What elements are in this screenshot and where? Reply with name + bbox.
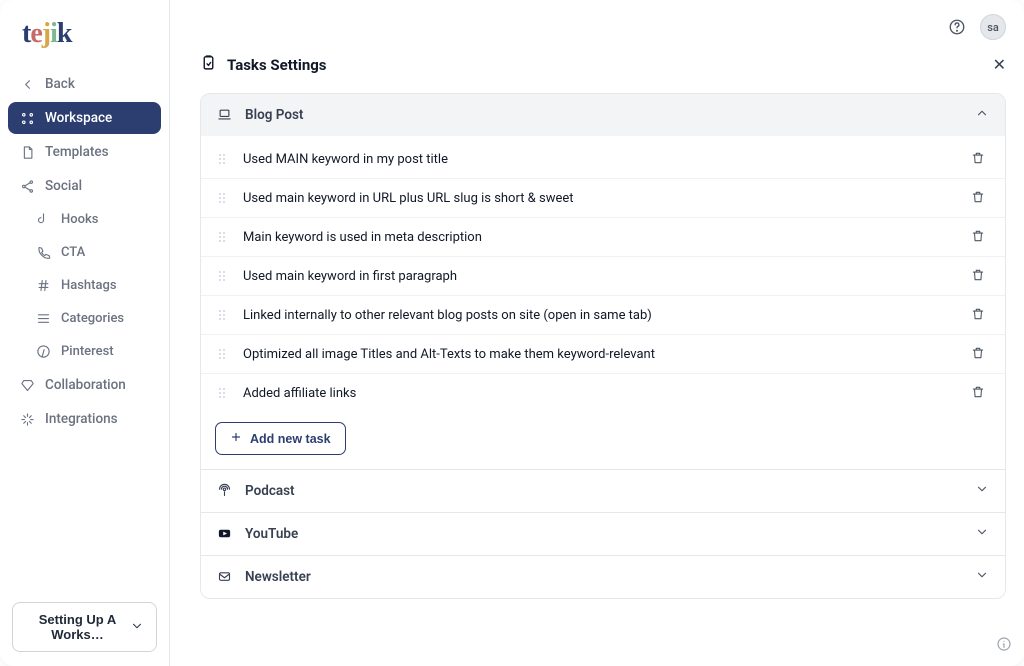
sidebar-item-back[interactable]: Back	[8, 68, 161, 100]
section-label: Blog Post	[245, 107, 303, 123]
delete-task-button[interactable]	[971, 151, 987, 167]
hashtag-icon	[36, 278, 51, 293]
section-label: Newsletter	[245, 569, 311, 585]
podcast-icon	[217, 483, 233, 499]
drag-handle-icon[interactable]	[219, 232, 229, 242]
drag-handle-icon[interactable]	[219, 271, 229, 281]
sidebar-nav: Back Workspace Templates Social	[8, 68, 161, 435]
drag-handle-icon[interactable]	[219, 154, 229, 164]
delete-task-button[interactable]	[971, 190, 987, 206]
add-task-label: Add new task	[250, 432, 331, 446]
chevron-down-icon	[975, 568, 989, 586]
list-icon	[36, 311, 51, 326]
sidebar-item-label: Integrations	[45, 411, 118, 427]
sidebar-item-hashtags[interactable]: Hashtags	[8, 270, 161, 301]
sidebar-item-label: Pinterest	[61, 344, 114, 359]
delete-task-button[interactable]	[971, 385, 987, 401]
main: sa Tasks Settings ✕ Blog Post	[170, 0, 1024, 666]
delete-task-button[interactable]	[971, 307, 987, 323]
delete-task-button[interactable]	[971, 346, 987, 362]
sidebar-item-label: Workspace	[45, 110, 112, 126]
sidebar-item-label: CTA	[61, 245, 85, 260]
task-label: Used MAIN keyword in my post title	[243, 152, 957, 167]
sidebar-item-hooks[interactable]: Hooks	[8, 204, 161, 235]
sidebar-item-label: Back	[45, 76, 75, 92]
sidebar-item-pinterest[interactable]: Pinterest	[8, 336, 161, 367]
task-label: Used main keyword in first paragraph	[243, 269, 957, 284]
diamond-icon	[20, 378, 35, 393]
sections-panel: Blog Post Used MAIN keyword in my post t…	[200, 93, 1006, 599]
pinterest-icon	[36, 344, 51, 359]
drag-handle-icon[interactable]	[219, 193, 229, 203]
share-icon	[20, 179, 35, 194]
section-head-podcast[interactable]: Podcast	[201, 469, 1005, 512]
task-label: Added affiliate links	[243, 386, 957, 401]
sidebar-item-label: Templates	[45, 144, 109, 160]
plus-icon	[230, 431, 242, 446]
drag-handle-icon[interactable]	[219, 388, 229, 398]
sidebar-item-integrations[interactable]: Integrations	[8, 403, 161, 435]
task-row: Used main keyword in first paragraph	[201, 257, 1005, 296]
task-row: Used MAIN keyword in my post title	[201, 140, 1005, 179]
sidebar-item-workspace[interactable]: Workspace	[8, 102, 161, 134]
clipboard-icon	[200, 54, 217, 75]
sidebar-item-collaboration[interactable]: Collaboration	[8, 369, 161, 401]
task-label: Optimized all image Titles and Alt-Texts…	[243, 347, 957, 362]
footer-workspace-selector[interactable]: Setting Up A Works…	[12, 602, 157, 652]
section-label: Podcast	[245, 483, 295, 499]
delete-task-button[interactable]	[971, 268, 987, 284]
help-button[interactable]	[944, 14, 970, 40]
section-head-youtube[interactable]: YouTube	[201, 512, 1005, 555]
sidebar: tejik Back Workspace Templates	[0, 0, 170, 666]
hook-icon	[36, 212, 51, 227]
chevron-up-icon	[975, 106, 989, 124]
sidebar-item-social[interactable]: Social	[8, 170, 161, 202]
task-row: Optimized all image Titles and Alt-Texts…	[201, 335, 1005, 374]
section-head-newsletter[interactable]: Newsletter	[201, 555, 1005, 598]
sidebar-item-label: Collaboration	[45, 377, 126, 393]
laptop-icon	[217, 107, 233, 123]
mail-icon	[217, 569, 233, 585]
footer-label: Setting Up A Works…	[25, 612, 130, 642]
task-row: Linked internally to other relevant blog…	[201, 296, 1005, 335]
task-row: Used main keyword in URL plus URL slug i…	[201, 179, 1005, 218]
sparkle-icon	[20, 412, 35, 427]
sidebar-item-label: Categories	[61, 311, 124, 326]
task-label: Linked internally to other relevant blog…	[243, 308, 957, 323]
file-icon	[20, 145, 35, 160]
sidebar-item-label: Social	[45, 178, 82, 194]
sidebar-item-label: Hooks	[61, 212, 98, 227]
task-row: Added affiliate links	[201, 374, 1005, 412]
drag-handle-icon[interactable]	[219, 349, 229, 359]
close-button[interactable]: ✕	[993, 55, 1006, 74]
arrow-left-icon	[20, 77, 35, 92]
sidebar-item-categories[interactable]: Categories	[8, 303, 161, 334]
page-header: Tasks Settings ✕	[200, 54, 1006, 75]
chevron-down-icon	[975, 482, 989, 500]
avatar[interactable]: sa	[980, 14, 1006, 40]
brand-logo: tejik	[8, 18, 161, 64]
youtube-icon	[217, 526, 233, 542]
phone-icon	[36, 245, 51, 260]
chevron-down-icon	[975, 525, 989, 543]
task-row: Main keyword is used in meta description	[201, 218, 1005, 257]
task-list-blog: Used MAIN keyword in my post title Used …	[201, 136, 1005, 469]
task-label: Used main keyword in URL plus URL slug i…	[243, 191, 957, 206]
section-label: YouTube	[245, 526, 298, 542]
delete-task-button[interactable]	[971, 229, 987, 245]
sidebar-item-cta[interactable]: CTA	[8, 237, 161, 268]
page-title: Tasks Settings	[227, 56, 327, 74]
add-task-button[interactable]: Add new task	[215, 422, 346, 455]
drag-handle-icon[interactable]	[219, 310, 229, 320]
task-label: Main keyword is used in meta description	[243, 230, 957, 245]
info-icon[interactable]	[996, 636, 1012, 656]
chevron-down-icon	[130, 619, 144, 636]
sidebar-item-templates[interactable]: Templates	[8, 136, 161, 168]
topbar: sa	[170, 0, 1024, 54]
sidebar-item-label: Hashtags	[61, 278, 117, 293]
section-head-blog-post[interactable]: Blog Post	[201, 94, 1005, 136]
grid-icon	[20, 111, 35, 126]
